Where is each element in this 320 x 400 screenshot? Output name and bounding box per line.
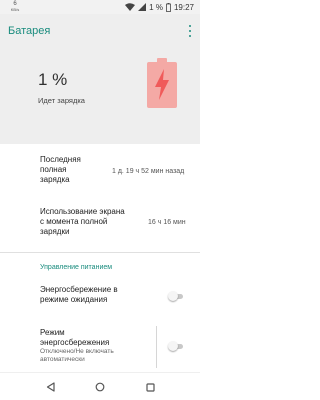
last-full-charge-value: 1 д. 19 ч 52 мин назад [112,168,185,175]
battery-header: Батарея 1 % Идет зарядка [0,14,200,144]
navigation-bar [0,372,200,400]
network-speed: 6 KB/s [8,1,22,12]
more-options-icon[interactable] [187,25,193,37]
status-bar: 6 KB/s 1 % 19:27 [0,0,200,14]
last-full-charge-label: Последняя полная зарядка [40,155,81,184]
page-title: Батарея [8,25,51,37]
vertical-separator [156,326,157,368]
signal-icon [138,3,147,11]
battery-saver-summary: Отключено/Не включать автоматически [40,348,114,363]
divider [0,252,200,253]
status-battery-icon [166,2,171,12]
power-management-title: Управление питанием [40,264,113,271]
back-icon[interactable] [44,381,56,393]
battery-level: 1 % [38,70,68,89]
clock: 19:27 [173,2,194,12]
screen-usage-label: Использование экрана с момента полной за… [40,207,125,236]
home-icon[interactable] [94,381,106,393]
wifi-icon [125,3,136,11]
status-battery-percent: 1 % [149,2,163,12]
network-speed-unit: KB/s [10,7,20,12]
recents-icon[interactable] [144,381,156,393]
standby-saver-toggle[interactable] [168,291,184,301]
standby-saver-label: Энергосбережение в режиме ожидания [40,285,118,304]
battery-saver-label: Режим энергосбережения [40,328,110,347]
battery-saver-toggle[interactable] [168,341,184,351]
status-icons: 1 % 19:27 [125,2,194,12]
battery-charging-icon [147,58,177,113]
screen-usage-value: 16 ч 16 мин [148,219,186,226]
charging-state: Идет зарядка [38,96,85,105]
